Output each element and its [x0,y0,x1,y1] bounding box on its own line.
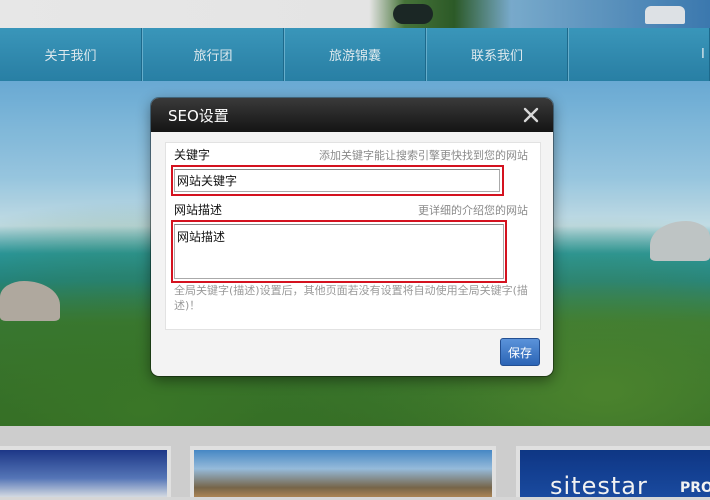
save-button[interactable]: 保存 [500,338,540,366]
keyword-label: 关键字 [174,148,211,162]
dialog-header: SEO设置 [151,98,553,132]
seo-form: 关键字 添加关键字能让搜索引擎更快找到您的网站 网站描述 更详细的介绍您的网站 … [165,142,541,330]
description-textarea[interactable]: 网站描述 [174,224,504,279]
close-icon[interactable] [522,106,540,124]
global-seo-note: 全局关键字(描述)设置后，其他页面若没有设置将自动使用全局关键字(描述)！ [174,284,528,312]
keyword-input[interactable] [174,169,500,192]
seo-settings-dialog: SEO设置 关键字 添加关键字能让搜索引擎更快找到您的网站 网站描述 更详细的介… [151,98,553,376]
description-hint: 更详细的介绍您的网站 [418,204,528,217]
keyword-hint: 添加关键字能让搜索引擎更快找到您的网站 [319,149,528,162]
description-label: 网站描述 [174,203,223,217]
dialog-title: SEO设置 [168,107,229,125]
